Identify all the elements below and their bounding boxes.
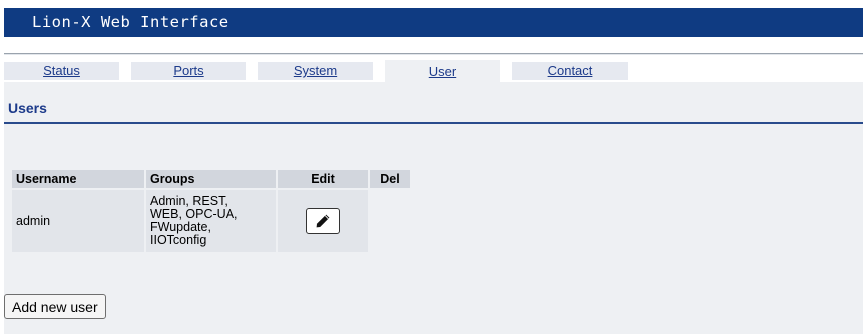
tab-status[interactable]: Status	[4, 62, 119, 80]
tab-system[interactable]: System	[258, 62, 373, 80]
pencil-icon	[307, 213, 339, 229]
tab-contact[interactable]: Contact	[512, 62, 628, 80]
groups-line: FWupdate,	[150, 220, 211, 234]
header-divider	[4, 53, 863, 55]
edit-cell	[278, 190, 368, 252]
delete-cell	[370, 190, 410, 252]
app-title-bar: Lion-X Web Interface	[4, 8, 863, 37]
column-header-del: Del	[370, 170, 410, 188]
column-header-username: Username	[12, 170, 144, 188]
groups-line: Admin, REST,	[150, 194, 228, 208]
groups-line: IIOTconfig	[150, 233, 207, 247]
groups-cell: Admin, REST, WEB, OPC-UA, FWupdate, IIOT…	[146, 190, 276, 252]
username-cell: admin	[12, 190, 144, 252]
edit-user-button[interactable]	[306, 208, 340, 234]
heading-divider	[4, 122, 863, 124]
tab-user[interactable]: User	[385, 60, 500, 82]
add-user-button[interactable]: Add new user	[4, 294, 106, 319]
groups-line: WEB, OPC-UA,	[150, 207, 238, 221]
table-row: admin Admin, REST, WEB, OPC-UA, FWupdate…	[12, 190, 410, 252]
tab-ports[interactable]: Ports	[131, 62, 246, 80]
page-title: Users	[8, 100, 47, 116]
users-table: Username Groups Edit Del admin Admin, RE…	[10, 168, 412, 254]
column-header-groups: Groups	[146, 170, 276, 188]
app-title: Lion-X Web Interface	[32, 13, 229, 31]
content-panel: Users Username Groups Edit Del admin Adm…	[4, 82, 863, 334]
tab-bar: Status Ports System User Contact	[4, 58, 863, 82]
table-header-row: Username Groups Edit Del	[12, 170, 410, 188]
column-header-edit: Edit	[278, 170, 368, 188]
